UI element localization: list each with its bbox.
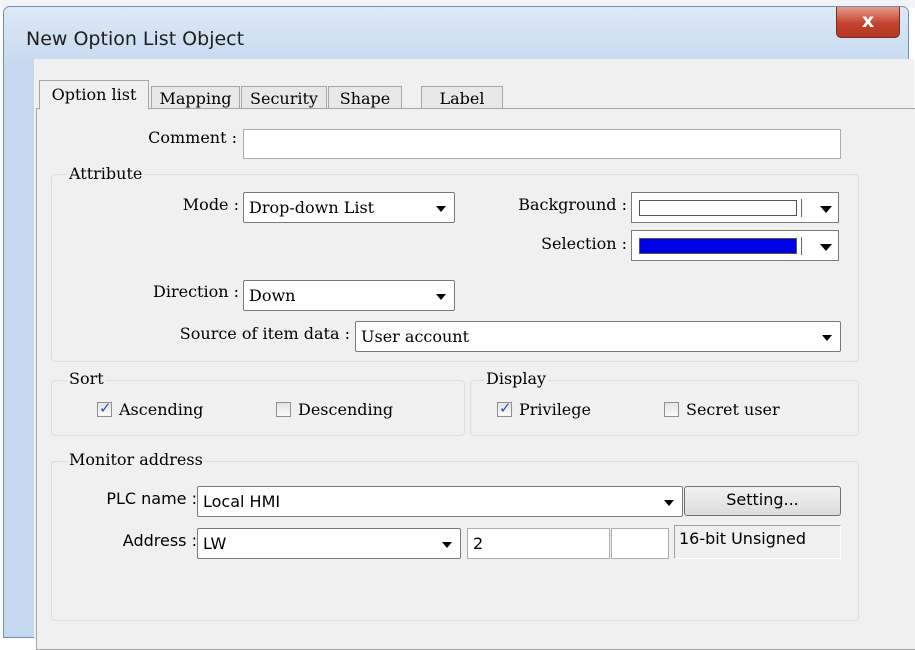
sort-legend: Sort [67, 369, 106, 388]
dialog-window: New Option List Object x Option list Map… [3, 6, 915, 650]
selection-color-picker[interactable] [631, 230, 839, 261]
monitor-address-legend: Monitor address [67, 450, 205, 469]
chevron-down-icon [820, 206, 832, 213]
option-list-panel: Comment : Attribute Mode : Drop-down Lis… [36, 108, 915, 650]
direction-dropdown[interactable]: Down [243, 280, 455, 311]
attribute-legend: Attribute [67, 164, 145, 183]
address-extra-input[interactable] [611, 528, 669, 559]
plc-name-dropdown[interactable]: Local HMI [197, 486, 683, 517]
dialog-client-area: Option list Mapping Security Shape Label… [34, 59, 915, 650]
selection-swatch [639, 238, 797, 254]
address-device-dropdown[interactable]: LW [197, 528, 461, 559]
source-label: Source of item data : [179, 324, 350, 343]
background-color-picker[interactable] [631, 192, 839, 223]
setting-button[interactable]: Setting... [684, 486, 841, 516]
chevron-down-icon [664, 500, 674, 506]
sort-group [51, 380, 465, 436]
tab-mapping[interactable]: Mapping [151, 86, 240, 110]
data-format-display: 16-bit Unsigned [674, 525, 841, 559]
selection-label: Selection : [541, 234, 627, 253]
secret-user-checkbox[interactable] [664, 402, 679, 417]
address-index-input[interactable]: 2 [467, 528, 610, 559]
secret-user-label: Secret user [686, 400, 780, 419]
display-legend: Display [484, 369, 549, 388]
tab-shape[interactable]: Shape [328, 86, 402, 110]
ascending-checkbox[interactable] [97, 399, 112, 417]
plc-name-label: PLC name : [106, 489, 197, 508]
comment-input[interactable] [243, 129, 841, 159]
close-button[interactable]: x [836, 7, 900, 38]
chevron-down-icon [820, 244, 832, 251]
chevron-down-icon [436, 294, 446, 300]
address-label: Address : [122, 531, 197, 550]
tab-security[interactable]: Security [241, 86, 327, 110]
tab-option-list[interactable]: Option list [39, 80, 149, 110]
privilege-checkbox[interactable] [497, 399, 512, 417]
mode-label: Mode : [182, 195, 239, 214]
tab-label[interactable]: Label [421, 86, 503, 110]
direction-label: Direction : [153, 282, 239, 301]
close-icon: x [861, 10, 875, 32]
background-swatch [639, 200, 797, 216]
comment-label: Comment : [148, 128, 237, 147]
chevron-down-icon [442, 542, 452, 548]
privilege-label: Privilege [519, 400, 591, 419]
chevron-down-icon [436, 206, 446, 212]
mode-dropdown[interactable]: Drop-down List [243, 192, 455, 223]
window-title: New Option List Object [26, 28, 245, 50]
chevron-down-icon [822, 335, 832, 341]
title-bar: New Option List Object [4, 7, 908, 63]
descending-checkbox[interactable] [276, 402, 291, 417]
source-dropdown[interactable]: User account [355, 321, 841, 352]
background-label: Background : [518, 195, 627, 214]
descending-label: Descending [298, 400, 394, 419]
ascending-label: Ascending [119, 400, 204, 419]
